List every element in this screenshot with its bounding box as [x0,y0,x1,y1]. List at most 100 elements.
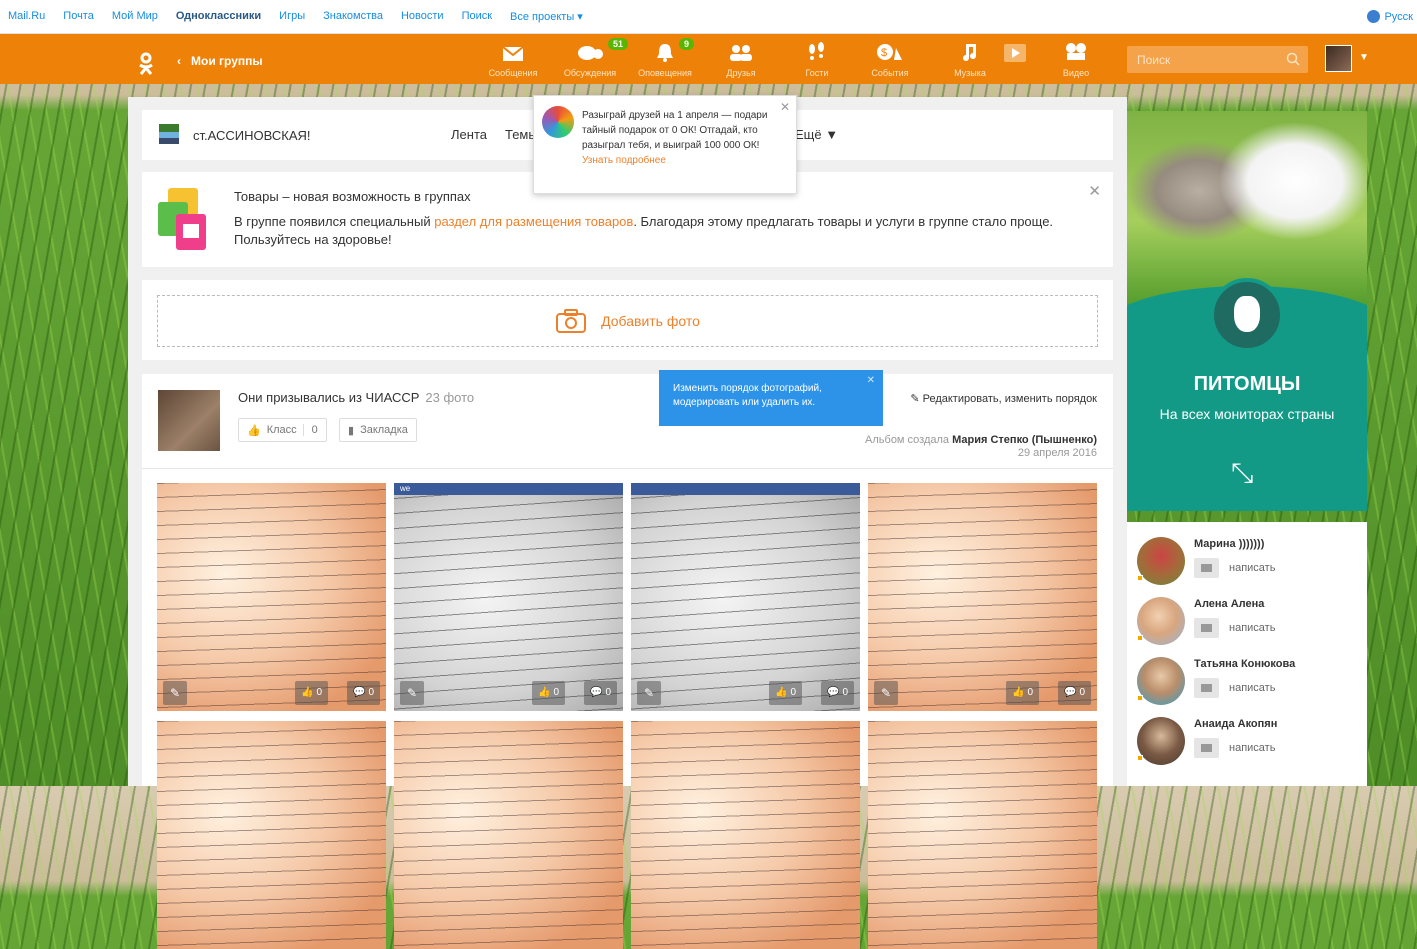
edit-album-link[interactable]: ✎ Редактировать, изменить порядок [910,392,1097,405]
list-item: Анаида Акопян написать [1137,714,1357,770]
photo-like-button[interactable]: 👍 0 [769,681,802,705]
ok-logo-icon[interactable] [138,52,154,76]
photo-like-button[interactable]: 👍 0 [1006,681,1039,705]
chat-icon [578,46,603,60]
reorder-tooltip: Изменить порядок фотографий, модерироват… [659,370,883,426]
photo-comment-button[interactable]: 💬 0 [1058,681,1091,705]
album-cover[interactable] [158,390,220,451]
video-icon [1066,43,1086,60]
list-item: Алена Алена написать [1137,594,1357,650]
album-photo[interactable]: ✎ 👍 0 💬 0 [157,483,386,711]
svg-text:$: $ [881,47,887,59]
avatar[interactable] [1137,717,1185,765]
link-all-projects[interactable]: Все проекты ▾ [510,10,583,23]
edit-photo-icon[interactable]: ✎ [874,681,898,705]
close-icon[interactable]: ✕ [867,374,875,388]
edit-label: Редактировать, изменить порядок [922,393,1097,405]
notification-body: Разыграй друзей на 1 апреля — подари тай… [582,108,777,168]
friend-name[interactable]: Татьяна Конюкова [1194,658,1295,670]
nav-label: Музыка [954,68,986,78]
photo-comment-button[interactable]: 💬 0 [347,681,380,705]
write-label: написать [1229,622,1276,634]
nav-label: Оповещения [638,68,692,78]
link-dating[interactable]: Знакомства [323,10,383,23]
link-games[interactable]: Игры [279,10,305,23]
nav-notifications[interactable]: Оповещения 9 [633,34,697,84]
avatar[interactable] [1137,657,1185,705]
link-my-world[interactable]: Мой Мир [112,10,158,23]
search-input[interactable]: Поиск [1127,46,1308,73]
avatar[interactable] [1137,597,1185,645]
link-news[interactable]: Новости [401,10,444,23]
link-mailru[interactable]: Mail.Ru [8,10,45,23]
nav-video[interactable]: Видео [1058,34,1094,84]
pets-banner[interactable]: ПИТОМЦЫ На всех мониторах страны ⤡ [1127,111,1367,511]
write-message-button[interactable]: написать [1194,738,1275,758]
album-photo[interactable]: we ✎ 👍 0 💬 0 [394,483,623,711]
banner-title: ПИТОМЦЫ [1193,373,1301,395]
envelope-icon [1194,678,1219,698]
friend-name[interactable]: Алена Алена [1194,598,1264,610]
nav-events[interactable]: $ События [867,34,913,84]
link-search[interactable]: Поиск [462,10,492,23]
play-icon [1004,44,1026,62]
friend-name[interactable]: Марина ))))))) [1194,538,1264,550]
class-button[interactable]: 👍 Класс 0 [238,418,327,442]
language-selector[interactable]: Русск [1367,10,1413,23]
nav-friends[interactable]: Друзья [716,34,766,84]
user-avatar[interactable] [1325,45,1352,72]
tab-more[interactable]: Ещё ▼ [795,127,838,142]
add-photo-button[interactable]: Добавить фото [157,295,1098,347]
nav-label: Гости [805,68,829,78]
write-message-button[interactable]: написать [1194,618,1275,638]
nav-music[interactable]: Музыка [950,34,990,84]
tab-feed[interactable]: Лента [451,127,487,142]
avatar[interactable] [1137,537,1185,585]
group-tabs: Лента Темы [451,127,538,142]
album-title[interactable]: Они призывались из ЧИАССР [238,390,419,405]
footprints-icon [809,42,824,60]
caret-down-icon[interactable]: ▼ [1359,52,1369,63]
creator-name[interactable]: Мария Степко (Пышненко) [952,434,1097,446]
group-name[interactable]: ст.АССИНОВСКАЯ! [193,128,311,143]
music-icon [963,44,976,61]
group-icon[interactable] [159,124,179,144]
photo-comment-button[interactable]: 💬 0 [821,681,854,705]
nav-label: События [871,68,909,78]
album-photo[interactable]: ✎ 👍 0 💬 0 [868,483,1097,711]
nav-discussions[interactable]: Обсуждения 51 [558,34,629,84]
photo-like-button[interactable]: 👍 0 [532,681,565,705]
write-message-button[interactable]: написать [1194,558,1275,578]
album-photo[interactable] [394,721,623,949]
bookmark-button[interactable]: ▮ Закладка [339,418,417,442]
music-play-button[interactable] [1003,34,1027,84]
back-to-groups[interactable]: ‹ Мои группы [177,54,263,68]
click-cursor-icon: ⤡ [1231,457,1254,488]
online-indicator [1137,635,1143,641]
bookmark-label: Закладка [360,424,408,436]
close-icon[interactable]: ✕ [1088,182,1101,200]
nav-guests[interactable]: Гости [795,34,839,84]
photo-like-button[interactable]: 👍 0 [295,681,328,705]
link-odnoklassniki[interactable]: Одноклассники [176,10,261,23]
learn-more-link[interactable]: Узнать подробнее [582,153,777,168]
products-section-link[interactable]: раздел для размещения товаров [434,214,633,229]
search-icon[interactable] [1286,52,1300,66]
nav-messages[interactable]: Сообщения [486,34,540,84]
photo-comment-button[interactable]: 💬 0 [584,681,617,705]
album-photo[interactable]: ✎ 👍 0 💬 0 [631,483,860,711]
edit-photo-icon[interactable]: ✎ [637,681,661,705]
album-photo[interactable] [868,721,1097,949]
write-message-button[interactable]: написать [1194,678,1275,698]
close-icon[interactable]: ✕ [780,100,790,114]
album-photo[interactable] [631,721,860,949]
album-photo[interactable] [157,721,386,949]
pencil-icon: ✎ [910,393,920,405]
nav-label: Видео [1062,68,1090,78]
add-photo-label: Добавить фото [601,313,700,329]
edit-photo-icon[interactable]: ✎ [163,681,187,705]
friends-icon [730,45,752,61]
friend-name[interactable]: Анаида Акопян [1194,718,1277,730]
edit-photo-icon[interactable]: ✎ [400,681,424,705]
link-mail[interactable]: Почта [63,10,94,23]
